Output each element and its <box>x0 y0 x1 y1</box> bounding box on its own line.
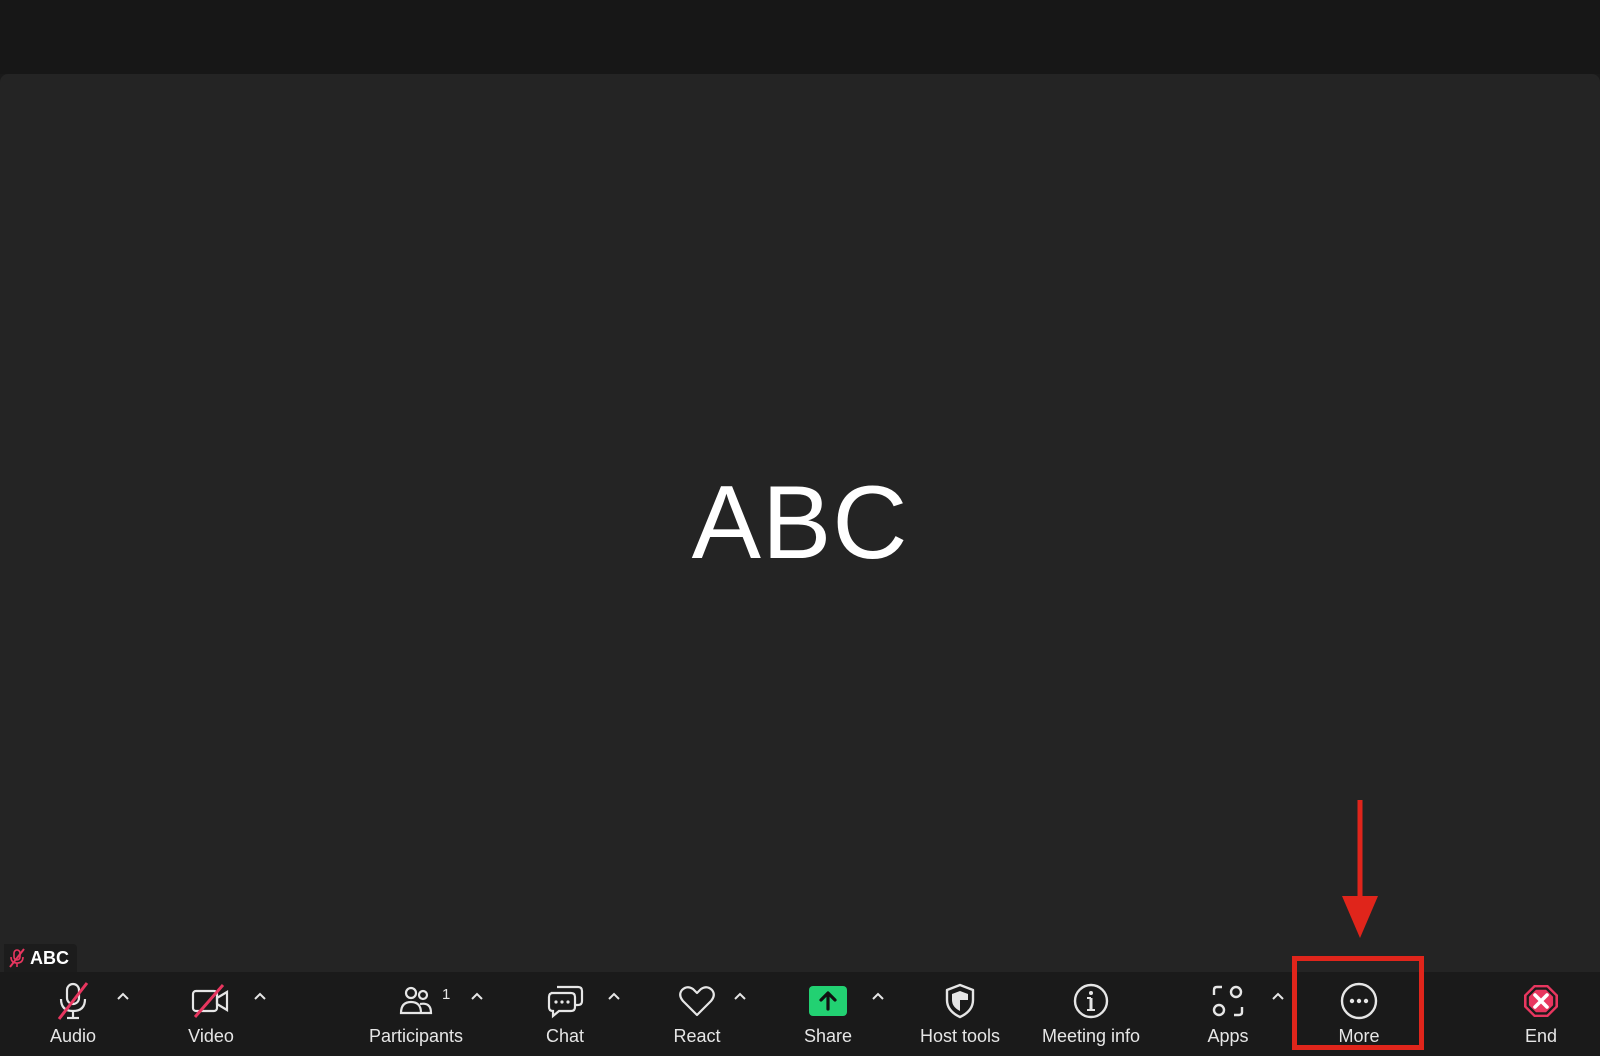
meeting-info-button[interactable]: Meeting info <box>1030 972 1152 1056</box>
video-label: Video <box>188 1026 234 1046</box>
react-label: React <box>673 1026 721 1046</box>
audio-button[interactable]: Audio <box>38 972 108 1056</box>
chevron-up-icon <box>1272 992 1284 1000</box>
participants-button[interactable]: Participants <box>360 972 472 1056</box>
microphone-muted-icon <box>57 982 89 1020</box>
chat-icon <box>547 985 584 1019</box>
host-tools-label: Host tools <box>919 1026 1001 1046</box>
share-screen-icon <box>809 986 847 1016</box>
chat-button[interactable]: Chat <box>530 972 600 1056</box>
share-options-caret[interactable] <box>868 986 888 1006</box>
microphone-muted-icon <box>9 948 25 968</box>
react-button[interactable]: React <box>662 972 732 1056</box>
more-label: More <box>1338 1026 1380 1046</box>
meeting-info-label: Meeting info <box>1041 1026 1141 1046</box>
video-button[interactable]: Video <box>176 972 246 1056</box>
name-tag-label: ABC <box>30 947 69 968</box>
chevron-up-icon <box>471 992 483 1000</box>
more-icon <box>1340 982 1378 1020</box>
apps-options-caret[interactable] <box>1268 986 1288 1006</box>
chat-label: Chat <box>545 1026 585 1046</box>
video-stage: ABC <box>0 74 1600 972</box>
react-options-caret[interactable] <box>730 986 750 1006</box>
participants-options-caret[interactable] <box>467 986 487 1006</box>
end-label: End <box>1524 1026 1558 1046</box>
chevron-up-icon <box>608 992 620 1000</box>
heart-icon <box>679 986 715 1017</box>
participants-count: 1 <box>442 986 451 1003</box>
participants-label: Participants <box>368 1026 464 1046</box>
info-icon <box>1073 983 1109 1019</box>
participant-name-tag: ABC <box>4 944 77 972</box>
meeting-toolbar: Audio Video Participants 1 Chat React Sh… <box>0 972 1600 1056</box>
video-options-caret[interactable] <box>250 986 270 1006</box>
audio-options-caret[interactable] <box>113 986 133 1006</box>
apps-label: Apps <box>1207 1026 1249 1046</box>
window-top-bar <box>0 0 1600 74</box>
end-icon <box>1524 985 1558 1017</box>
participants-icon <box>399 986 433 1015</box>
chevron-up-icon <box>734 992 746 1000</box>
host-tools-button[interactable]: Host tools <box>908 972 1012 1056</box>
share-button[interactable]: Share <box>792 972 864 1056</box>
shield-icon <box>945 983 975 1019</box>
apps-icon <box>1212 985 1244 1017</box>
camera-off-icon <box>191 984 229 1018</box>
more-button[interactable]: More <box>1324 972 1394 1056</box>
chat-options-caret[interactable] <box>604 986 624 1006</box>
apps-button[interactable]: Apps <box>1192 972 1264 1056</box>
share-label: Share <box>803 1026 853 1046</box>
participant-display-name: ABC <box>691 464 909 581</box>
end-button[interactable]: End <box>1506 972 1576 1056</box>
audio-label: Audio <box>49 1026 97 1046</box>
chevron-up-icon <box>254 992 266 1000</box>
chevron-up-icon <box>872 992 884 1000</box>
chevron-up-icon <box>117 992 129 1000</box>
